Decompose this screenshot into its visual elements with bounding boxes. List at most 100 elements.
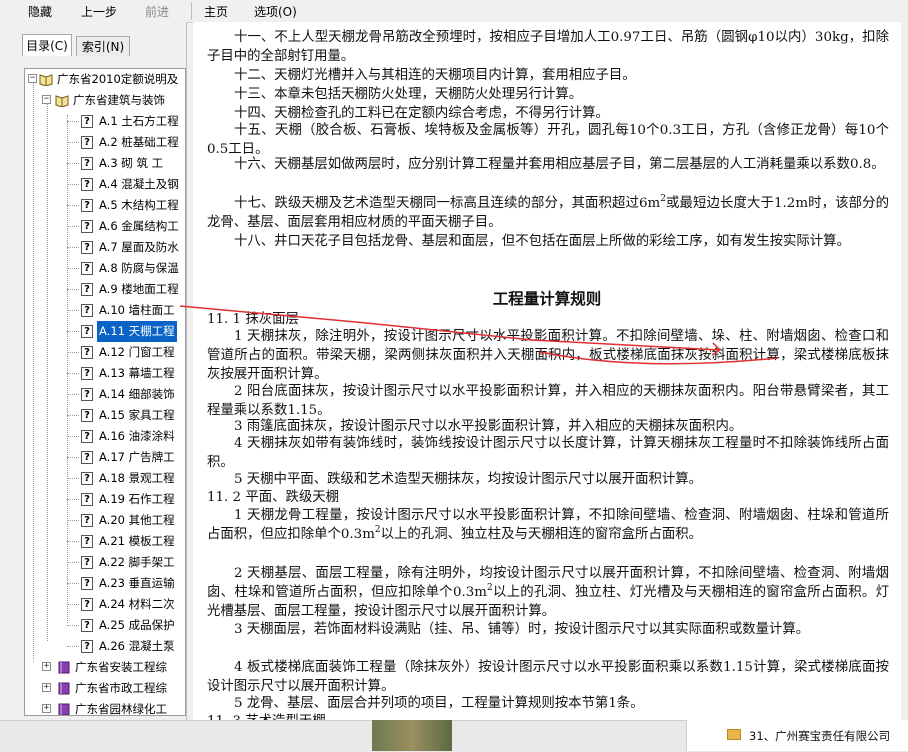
book-closed-icon xyxy=(58,682,70,695)
help-page-icon: ? xyxy=(81,640,93,653)
tree-node-landscape[interactable]: + 广东省园林绿化工 xyxy=(25,699,185,715)
book-open-icon xyxy=(55,95,69,107)
tree-item-selected[interactable]: ? A.11 天棚工程 xyxy=(25,321,185,342)
help-page-icon: ? xyxy=(81,304,93,317)
tree-item[interactable]: ? A.26 混凝土泵 xyxy=(25,636,185,657)
rule-2-4: 4 板式楼梯底面装饰工程量（除抹灰外）按设计图示尺寸以水平投影面积乘以系数1.1… xyxy=(207,660,889,694)
tree-item[interactable]: ? A.3 砌 筑 工 xyxy=(25,153,185,174)
tree-item[interactable]: ? A.7 屋面及防水 xyxy=(25,237,185,258)
background-photo xyxy=(372,720,452,751)
rule-2-2: 2 天棚基层、面层工程量，除有注明外，均按设计图示尺寸以展开面积计算，不扣除间壁… xyxy=(207,566,889,619)
tree-item[interactable]: ? A.2 桩基础工程 xyxy=(25,132,185,153)
tab-index[interactable]: 索引(N) xyxy=(76,36,130,56)
tree-label: 广东省2010定额说明及 xyxy=(57,72,179,86)
tree-item[interactable]: ? A.12 门窗工程 xyxy=(25,342,185,363)
help-page-icon: ? xyxy=(81,115,93,128)
toolbar-separator xyxy=(191,2,192,20)
tree-item[interactable]: ? A.25 成品保护 xyxy=(25,615,185,636)
navigation-pane: 目录(C) 索引(N) − 广东省2010定额说明及 − 广东省建筑与装饰 ? A… xyxy=(0,22,187,720)
tree-item[interactable]: ? A.1 土石方工程 xyxy=(25,111,185,132)
paragraph-11: 十一、不上人型天棚龙骨吊筋改全预埋时，按相应子目增加人工0.97工日、吊筋（圆钢… xyxy=(207,30,889,64)
tree-item[interactable]: ? A.6 金属结构工 xyxy=(25,216,185,237)
hide-button[interactable]: 隐藏 xyxy=(28,3,52,20)
rule-5: 5 天棚中平面、跌级和艺术造型天棚抹灰，均按设计图示尺寸以展开面积计算。 xyxy=(234,472,703,487)
help-page-icon: ? xyxy=(81,493,93,506)
book-closed-icon xyxy=(58,661,70,674)
section-heading: 工程量计算规则 xyxy=(492,289,602,308)
tree-node-building[interactable]: − 广东省建筑与装饰 xyxy=(25,90,185,111)
folder-icon xyxy=(727,729,741,740)
paragraph-15: 十五、天棚（胶合板、石膏板、埃特板及金属板等）开孔，圆孔每10个0.3工日，方孔… xyxy=(207,123,889,157)
help-page-icon: ? xyxy=(81,262,93,275)
help-page-icon: ? xyxy=(81,535,93,548)
content-pane[interactable]: 十一、不上人型天棚龙骨吊筋改全预埋时，按相应子目增加人工0.97工日、吊筋（圆钢… xyxy=(193,22,901,720)
tree-item[interactable]: ? A.14 细部装饰 xyxy=(25,384,185,405)
help-page-icon: ? xyxy=(81,409,93,422)
home-button[interactable]: 主页 xyxy=(204,3,228,20)
help-page-icon: ? xyxy=(81,388,93,401)
rule-2-3: 3 天棚面层，若饰面材料设满贴（挂、吊、铺等）时，按设计图示尺寸以其实际面积或数… xyxy=(234,622,810,637)
tree-node-municipal[interactable]: + 广东省市政工程综 xyxy=(25,678,185,699)
taskbar-item-label: 31、广州赛宝责任有限公司 xyxy=(749,729,891,743)
rule-1: 1 天棚抹灰，除注明外，按设计图示尺寸以水平投影面积计算。不扣除间壁墙、垛、柱、… xyxy=(207,329,889,382)
forward-button[interactable]: 前进 xyxy=(145,3,169,20)
tree-item[interactable]: ? A.8 防腐与保温 xyxy=(25,258,185,279)
tree-item[interactable]: ? A.10 墙柱面工 xyxy=(25,300,185,321)
paragraph-17: 十七、跌级天棚及艺术造型天棚同一标高且连续的部分，其面积超过6m2或最短边长度大… xyxy=(207,194,890,230)
book-closed-icon xyxy=(58,703,70,715)
help-page-icon: ? xyxy=(81,619,93,632)
book-open-icon xyxy=(39,74,53,86)
collapse-icon[interactable]: − xyxy=(42,95,51,104)
tree-item[interactable]: ? A.24 材料二次 xyxy=(25,594,185,615)
tree-item[interactable]: ? A.16 油漆涂料 xyxy=(25,426,185,447)
tree-item[interactable]: ? A.18 景观工程 xyxy=(25,468,185,489)
tree-item[interactable]: ? A.13 幕墙工程 xyxy=(25,363,185,384)
tree-root[interactable]: − 广东省2010定额说明及 xyxy=(25,69,185,90)
tab-contents[interactable]: 目录(C) xyxy=(22,34,72,56)
tree-label: 广东省安装工程综 xyxy=(75,660,167,674)
help-page-icon: ? xyxy=(81,157,93,170)
tree-item[interactable]: ? A.17 广告牌工 xyxy=(25,447,185,468)
tree-item[interactable]: ? A.19 石作工程 xyxy=(25,489,185,510)
help-page-icon: ? xyxy=(81,598,93,611)
help-toolbar: 隐藏 上一步 前进 主页 选项(O) xyxy=(0,0,908,23)
paragraph-16: 十六、天棚基层如做两层时，应分别计算工程量并套用相应基层子目，第二层基层的人工消… xyxy=(234,157,885,172)
help-page-icon: ? xyxy=(81,199,93,212)
section-11-3-title: 11. 3 艺术造型天棚 xyxy=(207,712,889,720)
help-page-icon: ? xyxy=(81,367,93,380)
back-button[interactable]: 上一步 xyxy=(81,3,117,20)
help-page-icon: ? xyxy=(81,325,93,338)
tree-item[interactable]: ? A.20 其他工程 xyxy=(25,510,185,531)
expand-icon[interactable]: + xyxy=(42,683,51,692)
expand-icon[interactable]: + xyxy=(42,704,51,713)
tree-item[interactable]: ? A.21 模板工程 xyxy=(25,531,185,552)
help-page-icon: ? xyxy=(81,514,93,527)
rule-2: 2 阳台底面抹灰，按设计图示尺寸以水平投影面积计算，并入相应的天棚抹灰面积内。阳… xyxy=(207,384,889,418)
tree-label: 广东省市政工程综 xyxy=(75,681,167,695)
help-page-icon: ? xyxy=(81,346,93,359)
tree-label: 广东省建筑与装饰 xyxy=(73,93,165,107)
help-page-icon: ? xyxy=(81,472,93,485)
paragraph-18: 十八、井口天花子目包括龙骨、基层和面层，但不包括在面层上所做的彩绘工序，如有发生… xyxy=(234,234,850,249)
help-page-icon: ? xyxy=(81,577,93,590)
help-page-icon: ? xyxy=(81,220,93,233)
expand-icon[interactable]: + xyxy=(42,662,51,671)
tree-item[interactable]: ? A.5 木结构工程 xyxy=(25,195,185,216)
rule-2-5: 5 龙骨、基层、面层合并列项的项目，工程量计算规则按本节第1条。 xyxy=(234,696,644,711)
options-menu[interactable]: 选项(O) xyxy=(254,3,297,20)
help-page-icon: ? xyxy=(81,178,93,191)
tree-item[interactable]: ? A.4 混凝土及钢 xyxy=(25,174,185,195)
taskbar-item[interactable]: 31、广州赛宝责任有限公司 xyxy=(686,720,908,751)
contents-tree[interactable]: − 广东省2010定额说明及 − 广东省建筑与装饰 ? A.1 土石方工程 ? A.… xyxy=(24,68,186,716)
tree-item[interactable]: ? A.9 楼地面工程 xyxy=(25,279,185,300)
collapse-icon[interactable]: − xyxy=(28,74,37,83)
content-scrollbar[interactable] xyxy=(901,22,908,720)
help-page-icon: ? xyxy=(81,136,93,149)
tree-node-installation[interactable]: + 广东省安装工程综 xyxy=(25,657,185,678)
tree-item[interactable]: ? A.22 脚手架工 xyxy=(25,552,185,573)
rule-2-1: 1 天棚龙骨工程量，按设计图示尺寸以水平投影面积计算，不扣除间壁墙、检查洞、附墙… xyxy=(207,508,889,542)
tree-item[interactable]: ? A.23 垂直运输 xyxy=(25,573,185,594)
tree-item[interactable]: ? A.15 家具工程 xyxy=(25,405,185,426)
rule-4: 4 天棚抹灰如带有装饰线时，装饰线按设计图示尺寸以长度计算，计算天棚抹灰工程量时… xyxy=(207,436,889,470)
help-page-icon: ? xyxy=(81,430,93,443)
